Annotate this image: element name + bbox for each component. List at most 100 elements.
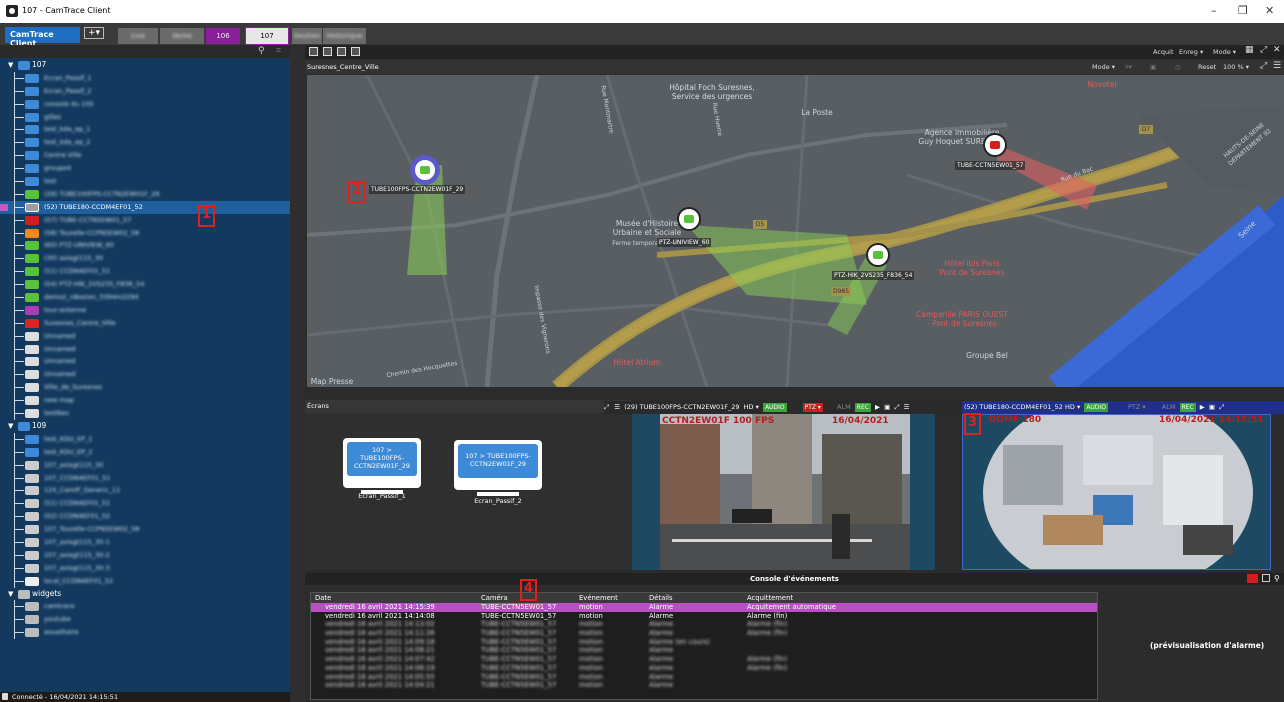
tree-item[interactable]: (58) Tourelle-CCPN5EW02_58 <box>0 226 290 240</box>
tree-item[interactable]: camtrace <box>0 600 290 614</box>
tab-4[interactable]: Gestion <box>292 28 322 44</box>
tree-item[interactable]: (29) TUBE100FPS-CCTN2EW01F_29 <box>0 187 290 201</box>
map-camera-29[interactable] <box>413 158 437 182</box>
map-save-icon[interactable]: ▣ <box>1150 63 1156 71</box>
tree-item[interactable]: (52) CCDN4EF01_52 <box>0 510 290 524</box>
layout-1x1-icon[interactable] <box>309 47 318 56</box>
tree-item[interactable]: 107_Tourelle-CCPN5EW02_58 <box>0 523 290 537</box>
map-mode-button[interactable]: Mode ▾ <box>1092 63 1115 71</box>
tree-item[interactable]: Unnamed <box>0 342 290 356</box>
tree-item[interactable]: new map <box>0 394 290 408</box>
mode-menu-button[interactable]: Mode ▾ <box>1213 48 1236 56</box>
snapshot-icon[interactable]: ▣ <box>1209 403 1215 411</box>
tree-item[interactable]: (57) TUBE-CCTN5EW01_57 <box>0 213 290 227</box>
video2-alm-label[interactable]: ALM <box>1162 403 1176 411</box>
tree-item[interactable]: Unnamed <box>0 368 290 382</box>
video2-hd-select[interactable]: HD ▾ <box>1065 403 1080 411</box>
screen-ecran-passif-2[interactable]: 107 > TUBE100FPS- CCTN2EW01F_29 <box>454 440 542 496</box>
tree-item[interactable]: (60) PTZ-UNIVIEW_60 <box>0 239 290 253</box>
fullscreen-icon[interactable]: ⤢ <box>1219 403 1224 411</box>
tree-item[interactable]: 107_axisgt115_30-3 <box>0 561 290 575</box>
close-panel-icon[interactable]: ✕ <box>1273 45 1281 55</box>
fullscreen-icon[interactable]: ⤢ <box>894 403 899 411</box>
record-menu-button[interactable]: Enreg ▾ <box>1179 48 1203 56</box>
video1-hd-select[interactable]: HD ▾ <box>744 403 759 411</box>
column-header[interactable]: Caméra <box>481 593 508 603</box>
event-row[interactable]: vendredi 16 avril 2021 14:14:08 TUBE-CCTN… <box>311 612 1097 621</box>
search-icon[interactable]: ⚲ <box>258 46 265 56</box>
tree-item[interactable]: Suresnes_Centre_Ville <box>0 316 290 330</box>
tree-item[interactable]: console du 105 <box>0 97 290 111</box>
tree-item[interactable]: youtube <box>0 613 290 627</box>
menu-icon[interactable]: ☰ <box>614 403 620 411</box>
tree-group-109[interactable]: ▼ 109 <box>0 420 290 433</box>
column-header[interactable]: Evénement <box>579 593 618 603</box>
tree-item[interactable]: test_KDU_EP_1 <box>0 432 290 446</box>
fullscreen-icon[interactable]: ⤢ <box>604 403 609 411</box>
event-row[interactable]: vendredi 16 avril 2021 14:06:19 TUBE-CCTN… <box>311 664 1097 673</box>
tree-item[interactable]: Centre Ville <box>0 149 290 163</box>
event-row[interactable]: vendredi 16 avril 2021 14:07:42 TUBE-CCTN… <box>311 655 1097 664</box>
event-row[interactable]: vendredi 16 avril 2021 14:09:18 TUBE-CCTN… <box>311 638 1097 647</box>
tree-item[interactable]: aoualitaire <box>0 626 290 640</box>
map-reset-button[interactable]: Reset <box>1198 63 1216 71</box>
video1-ptz-button[interactable]: PTZ ▾ <box>802 403 823 412</box>
menu-icon[interactable]: ☰ <box>904 403 910 411</box>
tree-item[interactable]: 107_axisgt115_30 <box>0 458 290 472</box>
tree-item[interactable]: 124_CamIP_Generic_11 <box>0 484 290 498</box>
panel-splitter[interactable] <box>290 45 305 702</box>
tree-item[interactable]: Ecran_Passif_1 <box>0 71 290 85</box>
video1-rec-button[interactable]: REC <box>854 403 871 412</box>
tree-item[interactable]: (52) TUBE180-CCDM4EF01_52 <box>0 200 290 214</box>
tree-item[interactable]: 107_axisgt115_30-1 <box>0 535 290 549</box>
map-zoom-select[interactable]: 100 % ▾ <box>1223 63 1249 71</box>
video2-rec-button[interactable]: REC <box>1179 403 1196 412</box>
expand-arrow-icon[interactable]: ▼ <box>8 420 13 433</box>
tree-group-widgets[interactable]: ▼ widgets <box>0 588 290 601</box>
map-menu-icon[interactable]: ☰ <box>1273 61 1281 71</box>
map-history-icon[interactable]: ◷ <box>1175 63 1181 71</box>
search-icon[interactable]: ⚲ <box>1274 573 1280 585</box>
tree-item[interactable]: test_kda_ep_1 <box>0 123 290 137</box>
tree-item[interactable]: 107_axisgt115_30-2 <box>0 548 290 562</box>
video2-view[interactable]: DOME 180 16/04/2021 14:15:51 <box>962 414 1271 570</box>
video2-ptz-button[interactable]: PTZ ▾ <box>1128 403 1146 411</box>
map-camera-60[interactable] <box>677 207 701 231</box>
screen-ecran-passif-1[interactable]: 107 > TUBE100FPS- CCTN2EW01F_29 <box>343 438 421 494</box>
tab-3[interactable]: 107 <box>245 27 289 45</box>
column-header[interactable]: Date <box>315 593 331 603</box>
event-row[interactable]: vendredi 16 avril 2021 14:11:26 TUBE-CCTN… <box>311 629 1097 638</box>
tree-item[interactable]: (51) CCDN4EF01_51 <box>0 265 290 279</box>
add-tab-button[interactable]: +▾ <box>84 27 104 39</box>
close-icon[interactable]: ✕ <box>1265 4 1274 17</box>
expand-arrow-icon[interactable]: ▼ <box>8 588 13 601</box>
map-camera-57[interactable] <box>983 133 1007 157</box>
tab-5[interactable]: Historique <box>323 28 366 44</box>
tree-item[interactable]: (51) CCDN4EF01_51 <box>0 497 290 511</box>
tree-item[interactable]: groupe4 <box>0 162 290 176</box>
play-icon[interactable]: ▶ <box>875 403 880 411</box>
event-row[interactable]: vendredi 16 avril 2021 14:04:21 TUBE-CCTN… <box>311 681 1097 690</box>
column-header[interactable]: Acquittement <box>747 593 793 603</box>
detach-icon[interactable] <box>1262 574 1270 582</box>
expand-arrow-icon[interactable]: ▼ <box>8 59 13 72</box>
filter-icon[interactable]: ⌗ <box>276 46 281 56</box>
tab-1[interactable]: demo <box>160 28 204 44</box>
app-menu-button[interactable]: CamTrace Client <box>5 27 80 48</box>
layout-quad-icon[interactable] <box>351 47 360 56</box>
fullscreen-icon[interactable]: ⤢ <box>1260 45 1267 55</box>
tree-item[interactable]: Ville_de_Suresnes <box>0 381 290 395</box>
video2-audio-button[interactable]: AUDIO <box>1084 403 1108 412</box>
tree-item[interactable]: demo2_nBoxion_3394m2294 <box>0 291 290 305</box>
grid-icon[interactable]: ▦ <box>1245 45 1254 55</box>
event-row[interactable]: vendredi 16 avril 2021 14:13:02 TUBE-CCTN… <box>311 620 1097 629</box>
tree-item[interactable]: gilles <box>0 110 290 124</box>
tree-item[interactable]: 107_CCDN4EF01_51 <box>0 471 290 485</box>
tree-item[interactable]: test_kda_ep_2 <box>0 136 290 150</box>
layout-hsplit-icon[interactable] <box>337 47 346 56</box>
tree-item[interactable]: tour-antenne <box>0 303 290 317</box>
minimize-icon[interactable]: – <box>1211 4 1217 17</box>
tree-item[interactable]: Unnamed <box>0 329 290 343</box>
tree-group-107[interactable]: ▼ 107 <box>0 59 290 72</box>
video1-view[interactable]: CCTN2EW01F 100 FPS 16/04/2021 <box>632 414 935 570</box>
